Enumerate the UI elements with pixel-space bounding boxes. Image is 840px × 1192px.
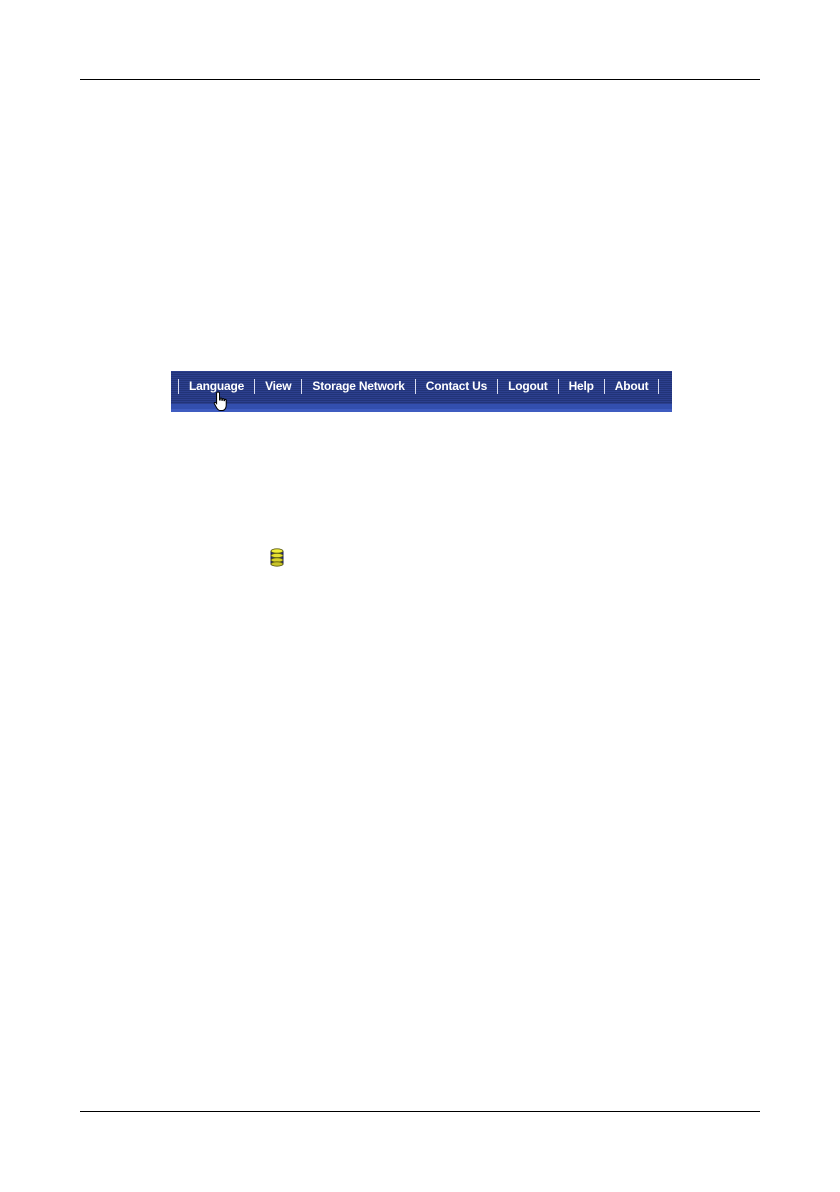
menu-item-contact-us[interactable]: Contact Us <box>416 377 497 395</box>
menu-separator <box>658 378 660 394</box>
database-icon <box>270 548 284 567</box>
menu-item-help[interactable]: Help <box>559 377 604 395</box>
menu-bar: Language View Storage Network Contact Us… <box>171 371 672 412</box>
header-rule <box>80 79 760 80</box>
menu-item-view[interactable]: View <box>255 377 301 395</box>
menu-item-about[interactable]: About <box>605 377 659 395</box>
menu-bar-bottom-strip <box>171 404 672 409</box>
menu-item-logout[interactable]: Logout <box>498 377 557 395</box>
menu-item-storage-network[interactable]: Storage Network <box>302 377 414 395</box>
footer-rule <box>80 1111 760 1112</box>
hand-pointer-icon <box>213 391 227 411</box>
menu-items: Language View Storage Network Contact Us… <box>178 377 660 395</box>
